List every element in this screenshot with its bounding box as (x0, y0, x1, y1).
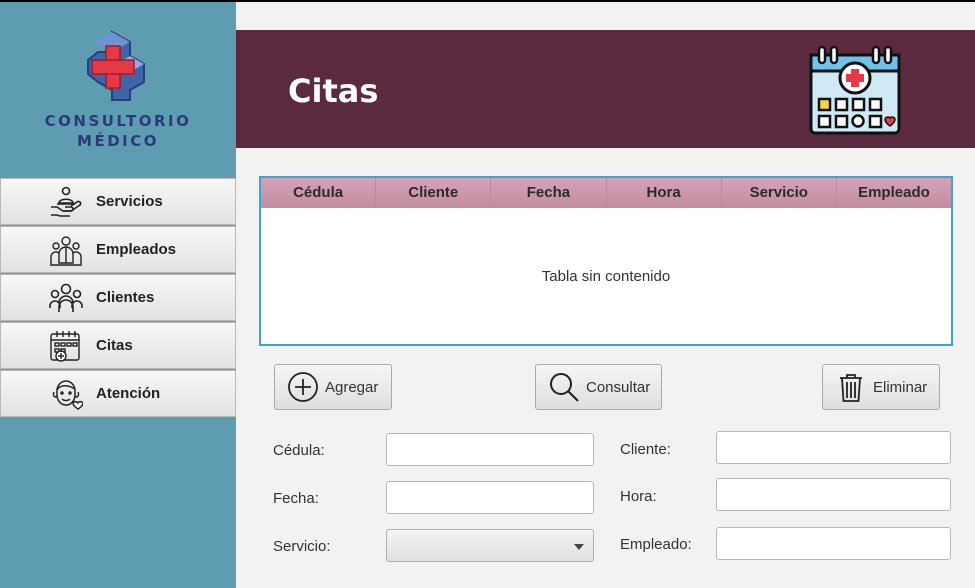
cliente-field[interactable] (716, 431, 951, 464)
staff-icon (49, 233, 83, 267)
empleado-label: Empleado: (620, 536, 692, 553)
sidebar-item-empleados[interactable]: Empleados (0, 226, 236, 273)
sidebar: CONSULTORIO MÉDICO Servicios Empleados C… (0, 2, 236, 588)
page-header: Citas (236, 30, 975, 148)
hora-field[interactable] (716, 478, 951, 511)
sidebar-item-label: Clientes (96, 289, 155, 306)
app-window: CONSULTORIO MÉDICO Servicios Empleados C… (0, 0, 975, 588)
add-button[interactable]: Agregar (274, 364, 392, 410)
page-title: Citas (288, 72, 379, 110)
column-header-fecha[interactable]: Fecha (491, 178, 607, 208)
column-header-hora[interactable]: Hora (607, 178, 722, 208)
fecha-label: Fecha: (273, 490, 319, 507)
delete-button-label: Eliminar (873, 378, 928, 396)
sidebar-item-servicios[interactable]: Servicios (0, 178, 236, 225)
cedula-label: Cédula: (273, 442, 325, 459)
search-icon (548, 371, 580, 403)
column-header-cliente[interactable]: Cliente (376, 178, 492, 208)
column-header-cedula[interactable]: Cédula (261, 178, 377, 208)
query-button[interactable]: Consultar (535, 364, 662, 410)
calendar-medical-icon (809, 45, 901, 135)
delete-button[interactable]: Eliminar (822, 364, 940, 410)
clients-icon (49, 281, 83, 315)
logo: CONSULTORIO MÉDICO (0, 2, 236, 174)
logo-text-line2: MÉDICO (77, 132, 159, 150)
medical-cross-logo-icon (87, 30, 145, 101)
servicio-label: Servicio: (273, 538, 331, 555)
appointments-table[interactable]: Cédula Cliente Fecha Hora Servicio Emple… (259, 176, 953, 346)
sidebar-item-atencion[interactable]: Atención (0, 370, 236, 417)
fecha-field[interactable] (386, 481, 594, 514)
sidebar-item-label: Atención (96, 385, 161, 402)
hora-label: Hora: (620, 488, 657, 505)
sidebar-item-label: Citas (96, 337, 133, 354)
cedula-field[interactable] (386, 433, 594, 466)
trash-icon (835, 371, 867, 403)
calendar-medical-icon (49, 329, 83, 363)
column-header-servicio[interactable]: Servicio (722, 178, 837, 208)
hand-service-icon (49, 185, 83, 219)
table-header: Cédula Cliente Fecha Hora Servicio Emple… (261, 178, 951, 208)
sidebar-item-clientes[interactable]: Clientes (0, 274, 236, 321)
sidebar-item-citas[interactable]: Citas (0, 322, 236, 369)
add-button-label: Agregar (325, 378, 379, 396)
plus-circle-icon (287, 371, 319, 403)
empleado-field[interactable] (716, 527, 951, 560)
query-button-label: Consultar (586, 378, 651, 396)
sidebar-item-label: Empleados (96, 241, 177, 258)
sidebar-item-label: Servicios (96, 193, 163, 210)
column-header-empleado[interactable]: Empleado (837, 178, 951, 208)
table-empty-message: Tabla sin contenido (541, 268, 671, 285)
logo-text-line1: CONSULTORIO (44, 112, 192, 130)
patient-care-icon (49, 377, 83, 411)
cliente-label: Cliente: (620, 441, 671, 458)
servicio-select[interactable] (386, 529, 594, 562)
chevron-down-icon[interactable] (574, 544, 584, 550)
